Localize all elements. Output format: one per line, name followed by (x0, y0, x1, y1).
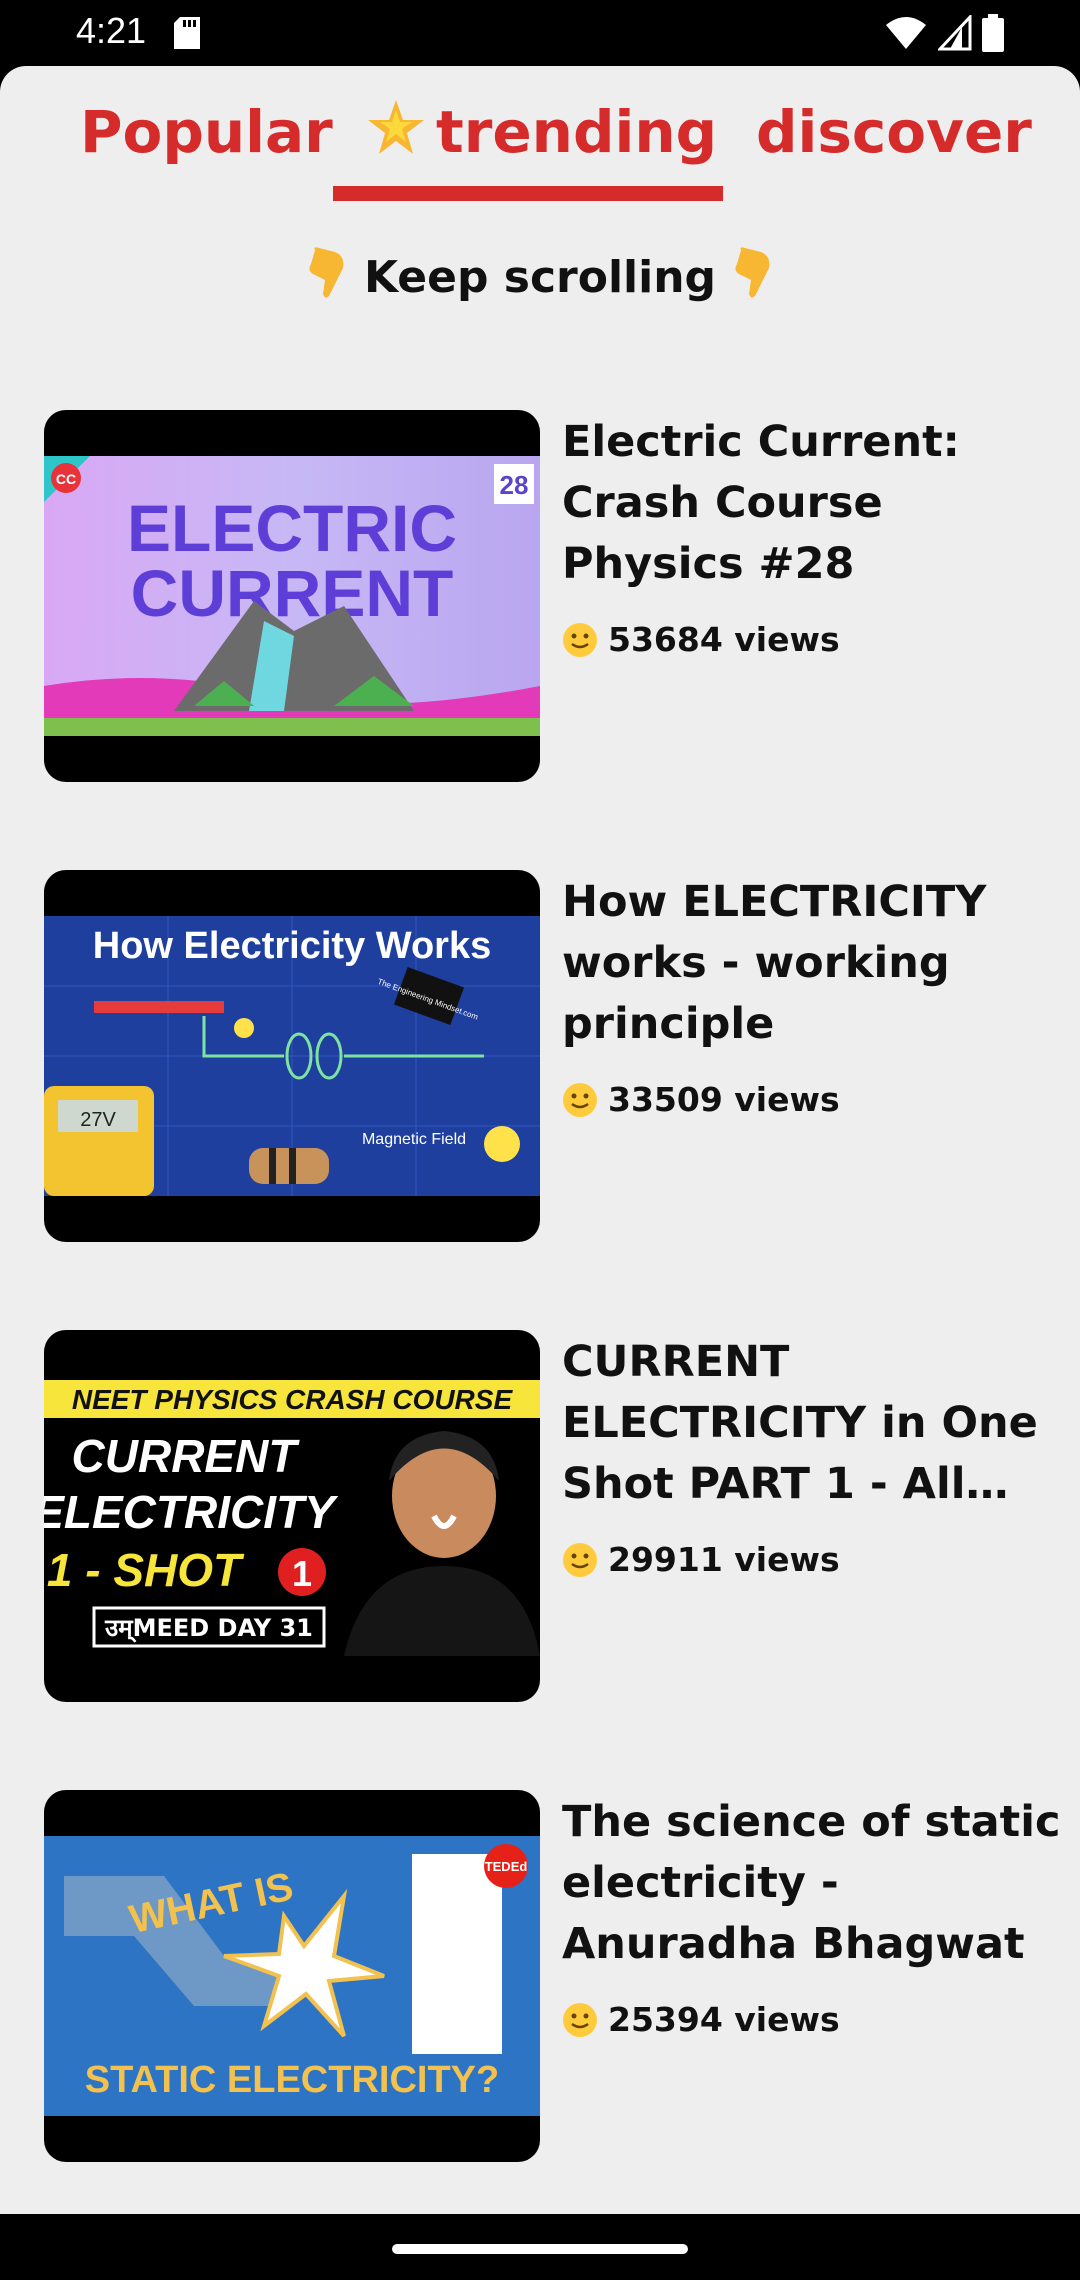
thumb-text: CC (56, 471, 76, 487)
tab-trending[interactable]: trending (364, 92, 717, 172)
thumb-text: 1 (292, 1553, 312, 1594)
view-count: 33509 views (562, 1080, 840, 1119)
view-count: 25394 views (562, 2000, 840, 2039)
glowing-star-icon (368, 100, 424, 154)
thumb-text: 28 (500, 470, 529, 500)
tab-trending-label: trending (436, 98, 718, 166)
thumbnail-image: How Electricity Works 27V The Engineerin… (44, 916, 540, 1196)
pointing-down-icon (309, 247, 343, 298)
thumb-text: STATIC ELECTRICITY? (85, 2059, 499, 2101)
tab-bar: Popular trending discover (0, 66, 1080, 206)
scroll-hint-text: Keep scrolling (363, 252, 717, 303)
smile-icon (563, 2002, 597, 2037)
thumb-text: CURRENT (72, 1430, 301, 1482)
video-thumbnail[interactable]: NEET PHYSICS CRASH COURSE CURRENT ELECTR… (44, 1330, 540, 1702)
thumb-text: ELECTRIC (127, 491, 457, 565)
signal-icon (938, 15, 972, 51)
video-thumbnail[interactable]: How Electricity Works 27V The Engineerin… (44, 870, 540, 1242)
navigation-bar (0, 2214, 1080, 2280)
video-card[interactable]: NEET PHYSICS CRASH COURSE CURRENT ELECTR… (44, 1330, 1044, 1702)
status-bar: 4:21 (0, 0, 1080, 66)
thumbnail-image: CC 28 ELECTRIC CURRENT (44, 456, 540, 736)
tab-discover[interactable]: discover (756, 92, 1032, 172)
smile-icon (563, 622, 597, 657)
battery-icon (982, 14, 1004, 52)
thumb-text: NEET PHYSICS CRASH COURSE (72, 1384, 514, 1415)
view-count-text: 33509 views (608, 1080, 840, 1119)
thumb-text: 1 - SHOT (47, 1544, 245, 1596)
video-title[interactable]: The science of static electricity - Anur… (562, 1792, 1062, 1975)
view-count: 53684 views (562, 620, 840, 659)
tab-discover-label: discover (756, 98, 1032, 166)
video-title[interactable]: Electric Current: Crash Course Physics #… (562, 412, 1062, 595)
smile-icon (563, 1542, 597, 1577)
thumb-text: CURRENT (131, 556, 454, 630)
selected-tab-indicator (333, 186, 723, 201)
status-time: 4:21 (76, 10, 147, 51)
video-card[interactable]: How Electricity Works 27V The Engineerin… (44, 870, 1044, 1242)
view-count-text: 29911 views (608, 1540, 840, 1579)
video-card[interactable]: WHAT IS TEDEd STATIC ELECTRICITY? The sc… (44, 1790, 1060, 2162)
app-content: Popular trending discover Keep scrolling (0, 66, 1080, 2214)
video-thumbnail[interactable]: WHAT IS TEDEd STATIC ELECTRICITY? (44, 1790, 540, 2162)
thumb-text: ELECTRICITY (44, 1486, 339, 1538)
sd-card-icon (174, 17, 200, 49)
video-card[interactable]: CC 28 ELECTRIC CURRENT Electric Current:… (44, 410, 1044, 782)
view-count: 29911 views (562, 1540, 840, 1579)
tab-popular[interactable]: Popular (80, 92, 333, 172)
thumbnail-image: WHAT IS TEDEd STATIC ELECTRICITY? (44, 1836, 540, 2116)
scroll-hint: Keep scrolling (0, 246, 1080, 303)
home-gesture-handle[interactable] (392, 2244, 688, 2254)
thumb-text: उम्MEED DAY 31 (104, 1614, 313, 1643)
video-title[interactable]: How ELECTRICITY works - working principl… (562, 872, 1062, 1055)
smile-icon (563, 1082, 597, 1117)
thumb-text: How Electricity Works (93, 925, 491, 967)
thumb-text: Magnetic Field (362, 1131, 466, 1148)
wifi-icon (886, 17, 926, 49)
video-thumbnail[interactable]: CC 28 ELECTRIC CURRENT (44, 410, 540, 782)
tab-popular-label: Popular (80, 98, 333, 166)
view-count-text: 53684 views (608, 620, 840, 659)
view-count-text: 25394 views (608, 2000, 840, 2039)
thumb-text: 27V (80, 1109, 116, 1131)
pointing-down-icon (735, 247, 770, 298)
thumb-text: TEDEd (485, 1859, 528, 1874)
thumbnail-image: NEET PHYSICS CRASH COURSE CURRENT ELECTR… (44, 1376, 540, 1656)
video-title[interactable]: CURRENT ELECTRICITY in One Shot PART 1 -… (562, 1332, 1062, 1515)
